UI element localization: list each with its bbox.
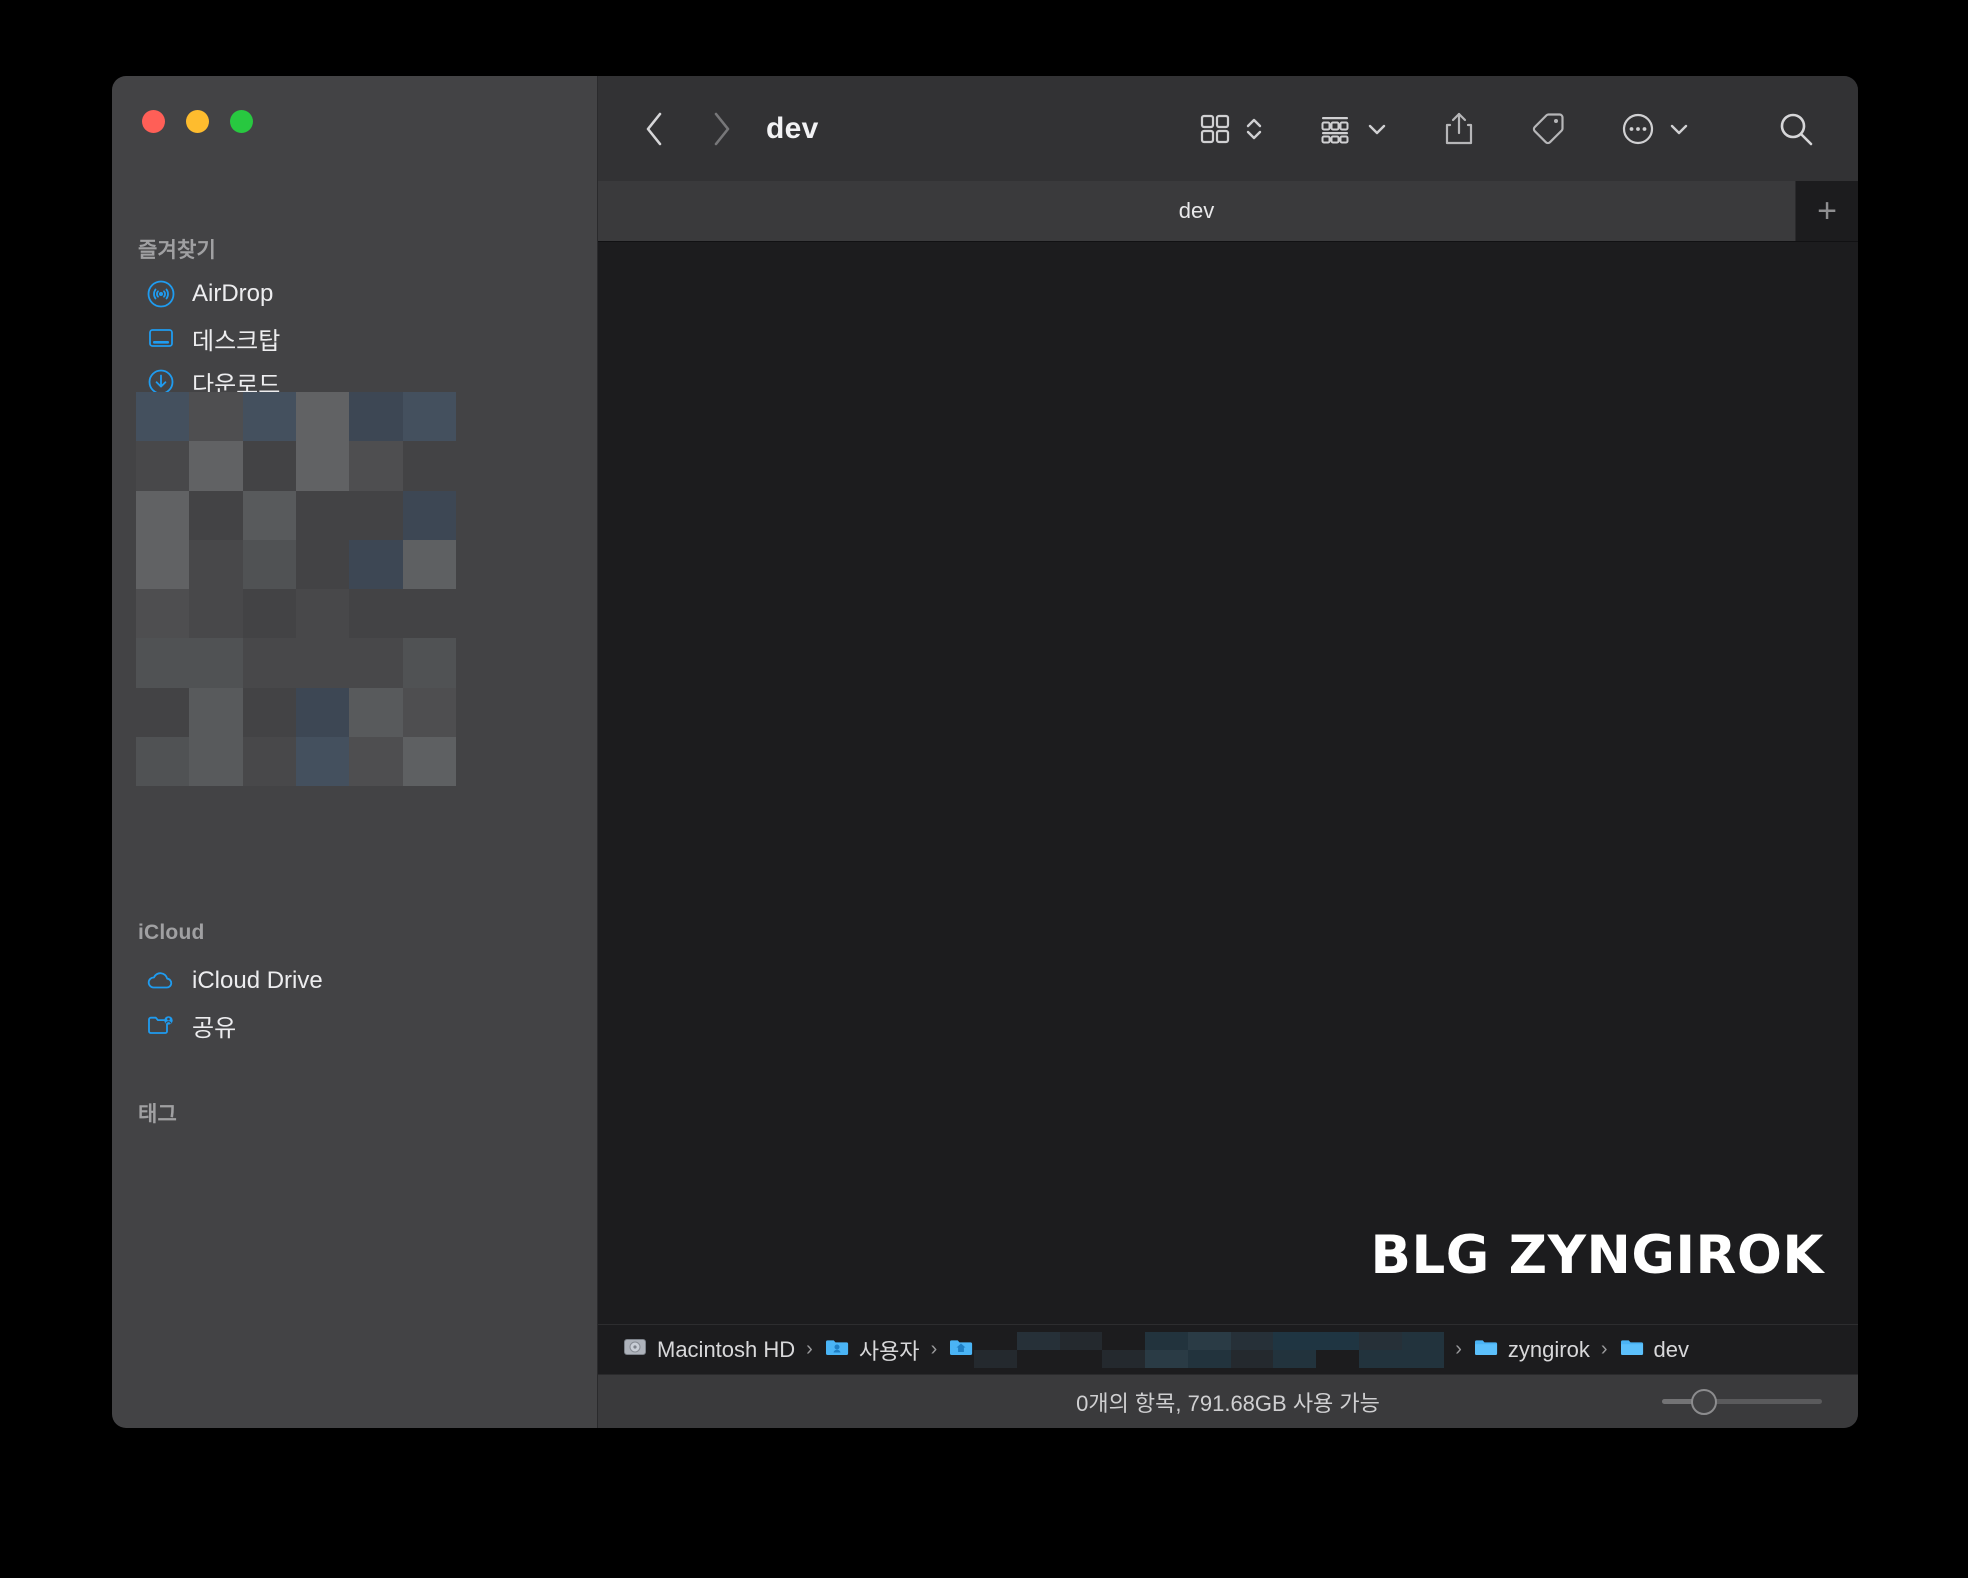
breadcrumb-item-macintosh-hd[interactable]: Macintosh HD	[622, 1334, 795, 1366]
tab-dev[interactable]: dev	[598, 181, 1796, 241]
view-mode-control[interactable]	[1198, 112, 1264, 146]
view-chevron-updown-icon[interactable]	[1244, 112, 1264, 146]
group-by-icon[interactable]	[1318, 112, 1352, 146]
maximize-button[interactable]	[230, 110, 253, 133]
sidebar-section-icloud-label: iCloud	[112, 921, 205, 945]
redacted-sidebar-region	[136, 392, 456, 786]
tab-bar: dev +	[598, 181, 1858, 242]
tab-label: dev	[1179, 198, 1214, 224]
zoom-slider[interactable]	[1662, 1390, 1822, 1414]
desktop-icon	[146, 323, 176, 353]
shared-folder-icon	[146, 1010, 176, 1040]
sidebar-item-label: AirDrop	[192, 280, 273, 308]
more-actions-control[interactable]	[1620, 111, 1690, 147]
airdrop-icon	[146, 279, 176, 309]
file-list-area[interactable]: BLG ZYNGIROK	[598, 242, 1858, 1324]
share-icon[interactable]	[1442, 111, 1476, 147]
more-chevron-down-icon[interactable]	[1668, 118, 1690, 140]
watermark-text: BLG ZYNGIROK	[1371, 1225, 1824, 1286]
breadcrumb: Macintosh HD › 사용자 ›	[598, 1324, 1858, 1374]
sidebar-item-airdrop[interactable]: AirDrop	[124, 272, 585, 316]
breadcrumb-label: dev	[1654, 1337, 1689, 1363]
breadcrumb-separator: ›	[806, 1338, 813, 1361]
search-icon[interactable]	[1776, 109, 1816, 149]
finder-window: 즐겨찾기 AirDrop	[112, 76, 1858, 1428]
sidebar-item-desktop[interactable]: 데스크탑	[124, 316, 585, 360]
group-chevron-down-icon[interactable]	[1366, 118, 1388, 140]
page-title: dev	[766, 112, 819, 146]
new-tab-button[interactable]: +	[1796, 181, 1858, 241]
status-text: 0개의 항목, 791.68GB 사용 가능	[1076, 1386, 1380, 1418]
breadcrumb-separator: ›	[1601, 1338, 1608, 1361]
minimize-button[interactable]	[186, 110, 209, 133]
folder-icon	[1619, 1334, 1645, 1366]
close-button[interactable]	[142, 110, 165, 133]
home-folder-icon	[948, 1334, 974, 1366]
redacted-breadcrumb-region	[974, 1332, 1444, 1368]
sidebar-icloud-list: iCloud Drive 공유	[112, 959, 597, 1047]
breadcrumb-item-users[interactable]: 사용자	[824, 1334, 920, 1366]
breadcrumb-label: zyngirok	[1508, 1337, 1590, 1363]
breadcrumb-item-home[interactable]	[948, 1334, 974, 1366]
sidebar-section-tags-label: 태그	[112, 1098, 177, 1128]
plus-icon: +	[1817, 192, 1837, 231]
more-actions-icon[interactable]	[1620, 111, 1656, 147]
slider-knob[interactable]	[1691, 1389, 1717, 1415]
toolbar: dev	[598, 76, 1858, 181]
sidebar-favorites-list: AirDrop 데스크탑 다운로드	[112, 272, 597, 404]
sidebar-item-label: 데스크탑	[192, 321, 280, 356]
forward-button[interactable]	[698, 106, 744, 152]
sidebar-item-icloud-drive[interactable]: iCloud Drive	[124, 959, 585, 1003]
group-by-control[interactable]	[1318, 112, 1388, 146]
users-folder-icon	[824, 1334, 850, 1366]
sidebar-section-favorites-label: 즐겨찾기	[112, 234, 216, 264]
icon-view-icon[interactable]	[1198, 112, 1232, 146]
cloud-icon	[146, 966, 176, 996]
breadcrumb-item-dev[interactable]: dev	[1619, 1334, 1689, 1366]
hard-drive-icon	[622, 1334, 648, 1366]
breadcrumb-item-zyngirok[interactable]: zyngirok	[1473, 1334, 1590, 1366]
main-pane: dev	[598, 76, 1858, 1428]
window-controls	[142, 110, 253, 133]
breadcrumb-separator: ›	[931, 1338, 938, 1361]
sidebar-item-label: iCloud Drive	[192, 967, 323, 995]
folder-icon	[1473, 1334, 1499, 1366]
back-button[interactable]	[632, 106, 678, 152]
status-bar: 0개의 항목, 791.68GB 사용 가능	[598, 1374, 1858, 1428]
breadcrumb-label: 사용자	[859, 1334, 920, 1366]
sidebar-item-shared[interactable]: 공유	[124, 1003, 585, 1047]
sidebar: 즐겨찾기 AirDrop	[112, 76, 598, 1428]
sidebar-item-label: 공유	[192, 1008, 236, 1043]
breadcrumb-separator: ›	[1455, 1338, 1462, 1361]
breadcrumb-label: Macintosh HD	[657, 1337, 795, 1363]
tag-icon[interactable]	[1530, 111, 1566, 147]
